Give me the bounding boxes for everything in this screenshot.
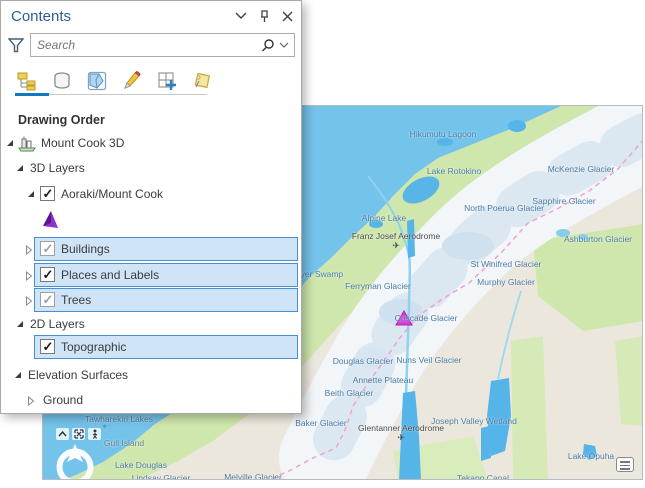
layer-checkbox[interactable] <box>40 241 55 256</box>
expanded-arrow-icon[interactable] <box>13 370 23 380</box>
map-label: Alpine Lake <box>362 213 406 223</box>
map-label: Beith Glacier <box>325 388 374 398</box>
collapse-controls-button[interactable] <box>56 428 69 440</box>
list-by-selection-tab[interactable] <box>85 69 109 93</box>
tree-layer-topographic[interactable]: Topographic <box>1 335 301 360</box>
layer-label: Aoraki/Mount Cook <box>61 182 163 207</box>
list-by-labeling-tab[interactable] <box>190 69 214 93</box>
layer-checkbox[interactable] <box>40 292 55 307</box>
airplane-icon: ✈ <box>392 241 400 252</box>
list-by-snapping-tab[interactable] <box>155 69 179 93</box>
map-label: Cascade Glacier <box>395 313 458 323</box>
explore-person-button[interactable] <box>88 428 101 440</box>
scene-label: Mount Cook 3D <box>41 131 124 156</box>
surface-label: Ground <box>43 388 83 413</box>
map-label: Lake Ōpuha <box>568 451 614 461</box>
group-label: Elevation Surfaces <box>28 364 128 386</box>
map-label: Lake Douglas <box>115 460 167 470</box>
tree-group-elevation-surfaces[interactable]: Elevation Surfaces <box>1 364 301 386</box>
expanded-arrow-icon[interactable] <box>5 138 15 148</box>
map-label: Hikumutu Lagoon <box>410 129 477 139</box>
tree-item-scene[interactable]: Mount Cook 3D <box>1 131 301 156</box>
map-label: Tawharekiri Lakes <box>85 414 153 424</box>
map-label: Baker Glacier <box>295 418 347 428</box>
map-nav-buttons <box>56 428 101 440</box>
layer-label: Places and Labels <box>61 263 159 288</box>
layer-checkbox[interactable] <box>40 186 55 201</box>
filter-funnel-icon[interactable] <box>8 38 24 53</box>
map-label: Ferryman Glacier <box>345 281 411 291</box>
search-box <box>30 33 295 57</box>
tree-surface-ground[interactable]: Ground <box>1 388 301 413</box>
map-label: North Poerua Glacier <box>464 203 544 213</box>
layer-label: Trees <box>61 288 91 313</box>
search-input[interactable] <box>31 38 261 52</box>
map-label: Glentanner Aerodrome <box>358 423 444 433</box>
pane-title: Contents <box>11 8 235 25</box>
collapsed-arrow-icon[interactable] <box>25 271 33 281</box>
layer-label: Topographic <box>61 335 126 360</box>
tree-layer-trees[interactable]: Trees <box>1 288 301 313</box>
map-label: Gull Island <box>104 438 144 448</box>
contents-toolbar <box>1 59 301 95</box>
map-label: Joseph Valley Wetland <box>431 416 517 426</box>
compass-navigator[interactable] <box>52 442 98 480</box>
attribution-credits-icon[interactable] <box>616 457 634 472</box>
purple-tetrahedron-symbol[interactable] <box>43 210 60 229</box>
map-label: St Winifred Glacier <box>471 259 542 269</box>
map-label: Ashburton Glacier <box>564 234 632 244</box>
drawing-order-heading: Drawing Order <box>1 95 301 127</box>
scene-icon <box>18 135 36 152</box>
close-icon[interactable] <box>282 11 293 22</box>
chevron-down-icon[interactable] <box>235 12 247 20</box>
group-label: 2D Layers <box>30 313 85 335</box>
pin-icon[interactable] <box>259 10 270 23</box>
layer-checkbox[interactable] <box>40 267 55 282</box>
airplane-icon: ✈ <box>397 433 405 444</box>
full-extent-button[interactable] <box>72 428 85 440</box>
map-label: Murphy Glacier <box>477 277 535 287</box>
search-icon[interactable] <box>261 38 275 52</box>
map-label: Lake Rotokino <box>427 166 481 176</box>
tree-layer-aoraki[interactable]: Aoraki/Mount Cook <box>1 182 301 207</box>
tree-symbol-row[interactable] <box>1 206 301 234</box>
map-label: Nuns Veil Glacier <box>396 355 461 365</box>
tree-layer-places-and-labels[interactable]: Places and Labels <box>1 263 301 288</box>
map-label: Lindsay Glacier <box>132 473 191 480</box>
expanded-arrow-icon[interactable] <box>26 189 36 199</box>
collapsed-arrow-icon[interactable] <box>25 296 33 306</box>
tree-group-3d-layers[interactable]: 3D Layers <box>1 156 301 181</box>
map-label: Melville Glacier <box>224 472 282 480</box>
contents-titlebar: Contents <box>1 1 301 31</box>
heading-degree-mark: ° <box>103 424 106 433</box>
tree-layer-buildings[interactable]: Buildings <box>1 237 301 262</box>
map-label: Douglas Glacier <box>333 356 393 366</box>
list-by-editing-tab[interactable] <box>120 69 144 93</box>
contents-pane: Contents <box>0 0 302 414</box>
expanded-arrow-icon[interactable] <box>15 163 25 173</box>
layer-checkbox[interactable] <box>40 339 55 354</box>
collapsed-arrow-icon[interactable] <box>25 245 33 255</box>
map-label: Annette Plateau <box>353 375 414 385</box>
layer-label: Buildings <box>61 237 110 262</box>
map-label: Tekapo Canal <box>457 473 509 480</box>
map-label: McKenzie Glacier <box>548 164 615 174</box>
list-by-data-source-tab[interactable] <box>50 69 74 93</box>
map-label: Franz Josef Aerodrome <box>352 231 440 241</box>
expanded-arrow-icon[interactable] <box>15 319 25 329</box>
tree-group-2d-layers[interactable]: 2D Layers <box>1 313 301 335</box>
group-label: 3D Layers <box>30 156 85 181</box>
search-dropdown-chevron-icon[interactable] <box>279 42 289 49</box>
collapsed-arrow-icon[interactable] <box>27 396 35 406</box>
list-by-drawing-order-tab[interactable] <box>15 69 39 93</box>
active-tab-underline <box>15 93 49 96</box>
